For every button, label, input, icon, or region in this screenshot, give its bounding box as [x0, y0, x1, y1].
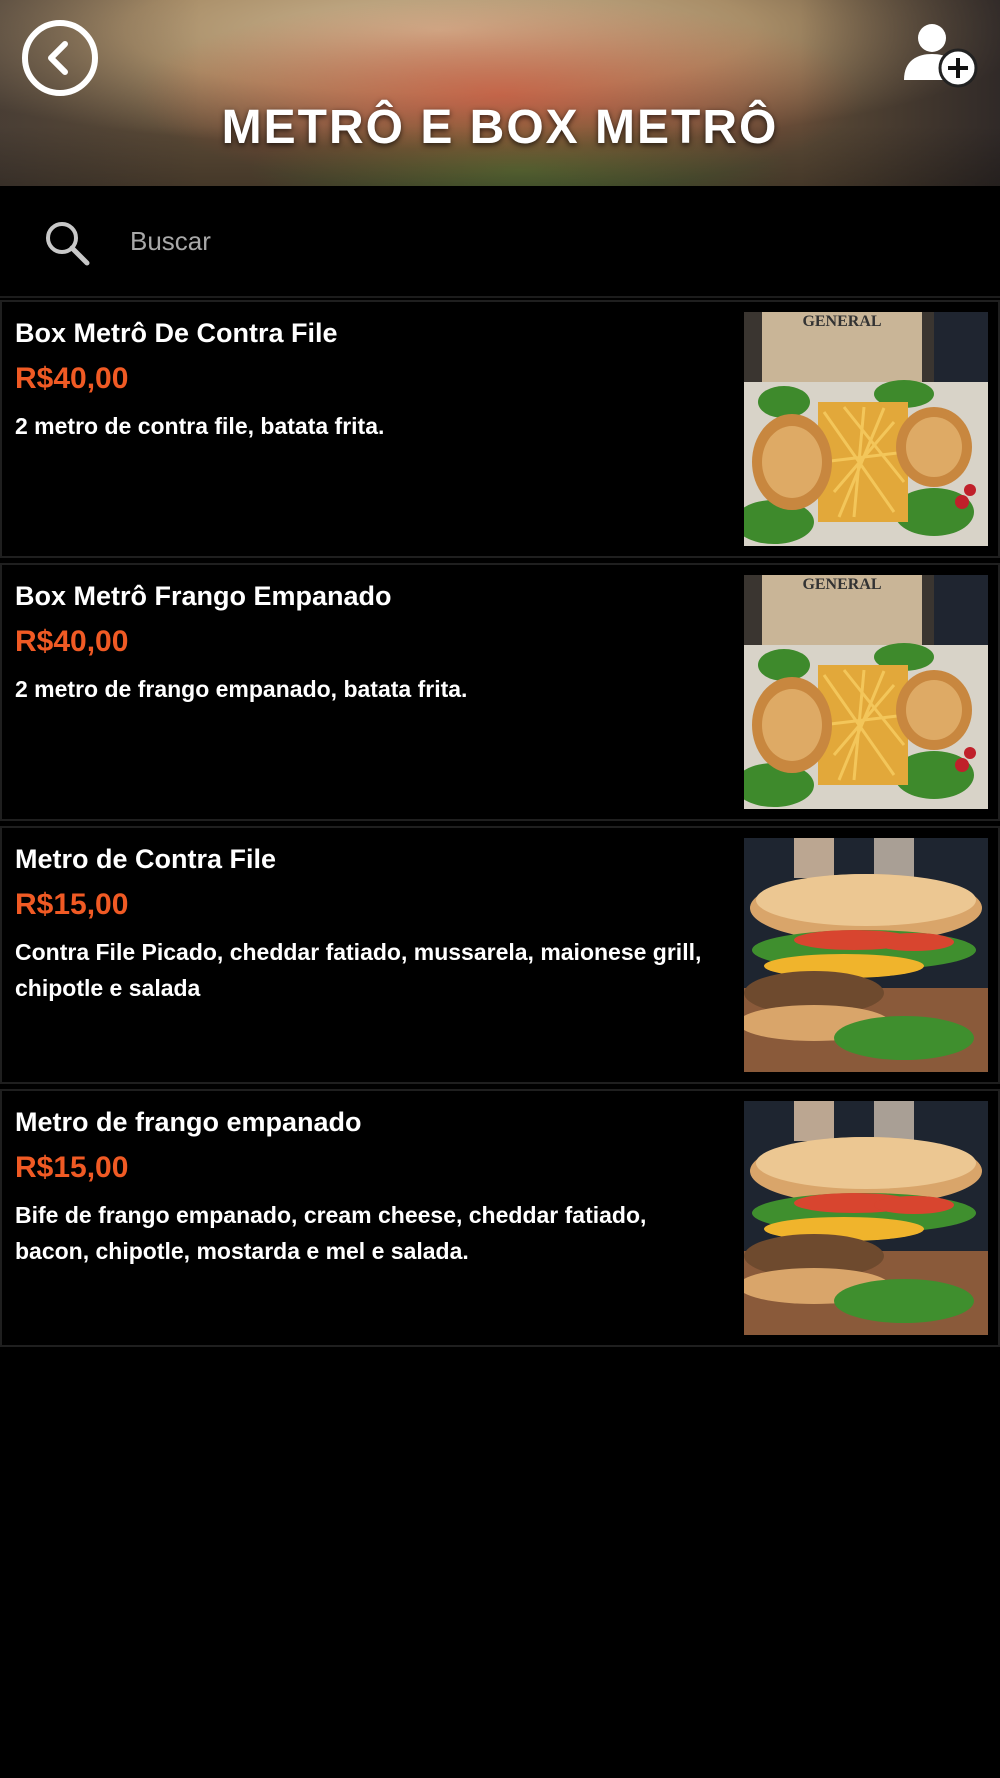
product-name: Box Metrô Frango Empanado	[15, 581, 392, 611]
product-image[interactable]: GENERAL	[744, 312, 988, 546]
product-name: Box Metrô De Contra File	[15, 318, 338, 348]
product-image[interactable]	[744, 1101, 988, 1335]
product-price: R$15,00	[15, 1151, 129, 1184]
product-price: R$40,00	[15, 625, 129, 658]
product-image[interactable]: GENERAL	[744, 575, 988, 809]
page-title: METRÔ E BOX METRÔ	[221, 101, 779, 154]
product-item[interactable]: Box Metrô De Contra File R$40,00 2 metro…	[0, 300, 1000, 558]
product-description: Contra File Picado, cheddar fatiado, mus…	[15, 939, 702, 1001]
product-list: Box Metrô De Contra File R$40,00 2 metro…	[0, 300, 1000, 1352]
user-add-icon	[904, 24, 978, 88]
search-input[interactable]	[130, 218, 950, 264]
svg-text:GENERAL: GENERAL	[802, 576, 881, 593]
product-price: R$40,00	[15, 362, 129, 395]
product-item[interactable]: Box Metrô Frango Empanado R$40,00 2 metr…	[0, 563, 1000, 821]
header-banner: METRÔ E BOX METRÔ	[0, 0, 1000, 186]
product-description: 2 metro de frango empanado, batata frita…	[15, 676, 468, 702]
product-description: 2 metro de contra file, batata frita.	[15, 413, 385, 439]
product-price: R$15,00	[15, 888, 129, 921]
back-button[interactable]	[22, 20, 98, 96]
product-item[interactable]: Metro de Contra File R$15,00 Contra File…	[0, 826, 1000, 1084]
product-name: Metro de frango empanado	[15, 1107, 362, 1137]
product-image[interactable]	[744, 838, 988, 1072]
product-name: Metro de Contra File	[15, 844, 277, 874]
search-icon	[46, 222, 90, 266]
svg-text:GENERAL: GENERAL	[802, 313, 881, 330]
chevron-left-icon	[48, 41, 68, 75]
product-item[interactable]: Metro de frango empanado R$15,00 Bife de…	[0, 1089, 1000, 1347]
product-description: Bife de frango empanado, cream cheese, c…	[15, 1202, 647, 1264]
user-add-button[interactable]	[900, 18, 980, 90]
